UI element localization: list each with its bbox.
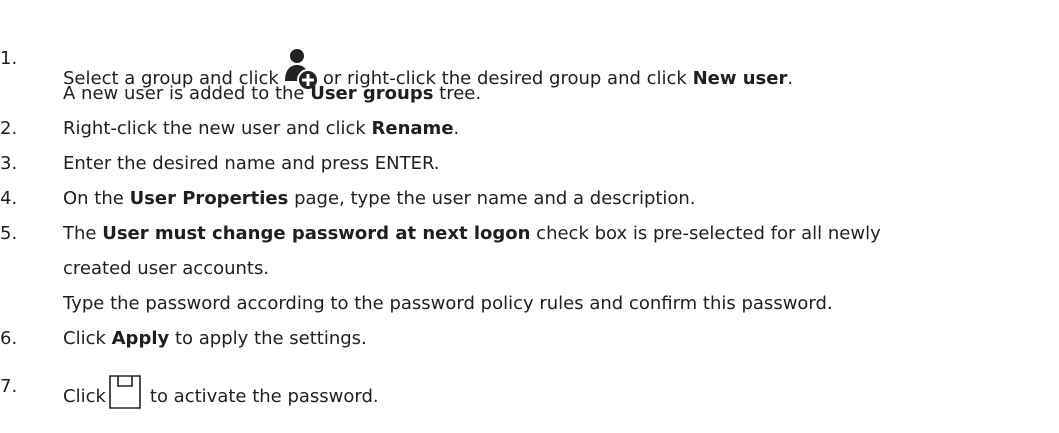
step-number: 4. <box>0 188 18 209</box>
save-icon <box>108 375 142 409</box>
step-number: 7. <box>0 376 18 397</box>
step-text: Right-click the new user and click <box>63 118 372 139</box>
step-text: Click <box>63 386 106 407</box>
ui-term: New user <box>692 68 788 89</box>
step-number: 2. <box>0 118 18 139</box>
step-text-line: On the User Properties page, type the us… <box>63 187 696 211</box>
step-text-line: Right-click the new user and click Renam… <box>63 117 459 141</box>
step-text-line: Enter the desired name and press ENTER. <box>63 152 440 176</box>
step-text-line: created user accounts. <box>63 257 269 281</box>
step-text: created user accounts. <box>63 258 270 279</box>
step-text: The <box>63 223 103 244</box>
ui-term: Rename <box>371 118 454 139</box>
step-text-line: A new user is added to the User groups t… <box>63 82 481 106</box>
step-number: 6. <box>0 328 18 349</box>
step-text: to activate the password. <box>149 386 379 407</box>
ui-term: User groups <box>310 83 434 104</box>
step-text: On the <box>63 188 130 209</box>
step-text: check box is pre-selected for all newly <box>530 223 881 244</box>
step-text: Type the password according to the passw… <box>63 293 833 314</box>
step-text: Click <box>63 328 112 349</box>
step-number: 3. <box>0 153 18 174</box>
step-text-line: Click to activate the password. <box>63 375 379 409</box>
step-number: 1. <box>0 48 18 69</box>
step-text: tree. <box>433 83 482 104</box>
step-text: . <box>453 118 460 139</box>
step-number: 5. <box>0 223 18 244</box>
ui-term: User must change password at next logon <box>102 223 531 244</box>
ui-term: Apply <box>111 328 170 349</box>
ui-term: User Properties <box>129 188 289 209</box>
step-text: to apply the settings. <box>169 328 367 349</box>
step-text: page, type the user name and a descripti… <box>288 188 696 209</box>
step-text: . <box>787 68 794 89</box>
step-text-line: Click Apply to apply the settings. <box>63 327 367 351</box>
step-text: Enter the desired name and press ENTER. <box>63 153 440 174</box>
step-text: A new user is added to the <box>63 83 311 104</box>
step-text-line: Type the password according to the passw… <box>63 292 833 316</box>
step-text-line: The User must change password at next lo… <box>63 222 881 246</box>
